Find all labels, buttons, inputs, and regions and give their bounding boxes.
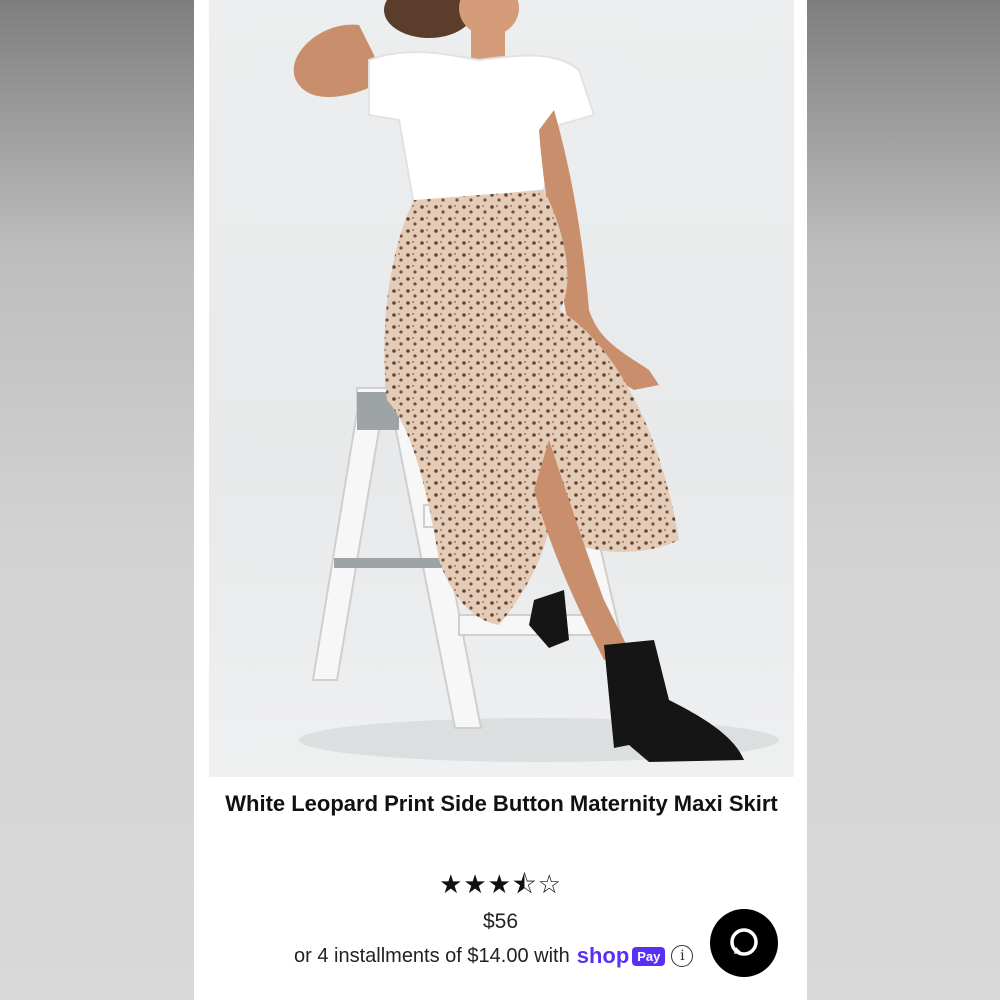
installments-info: or 4 installments of $14.00 with shop Pa… bbox=[294, 943, 694, 969]
shop-pay-logo: shop bbox=[576, 943, 630, 968]
chat-button[interactable] bbox=[710, 909, 778, 977]
product-title: White Leopard Print Side Button Maternit… bbox=[225, 791, 778, 816]
installments-text: or 4 installments of $14.00 with bbox=[294, 944, 570, 967]
star-rating[interactable]: ★★★⯪☆ bbox=[194, 866, 807, 910]
chat-icon bbox=[730, 928, 758, 956]
background-blur-left bbox=[0, 0, 194, 1000]
background-blur-right bbox=[807, 0, 1000, 1000]
product-page: White Leopard Print Side Button Maternit… bbox=[194, 0, 807, 1000]
product-image-illustration bbox=[293, 0, 779, 762]
info-icon[interactable]: i bbox=[671, 945, 694, 967]
shop-pay-badge: Pay bbox=[632, 946, 666, 966]
product-image[interactable] bbox=[209, 0, 794, 777]
